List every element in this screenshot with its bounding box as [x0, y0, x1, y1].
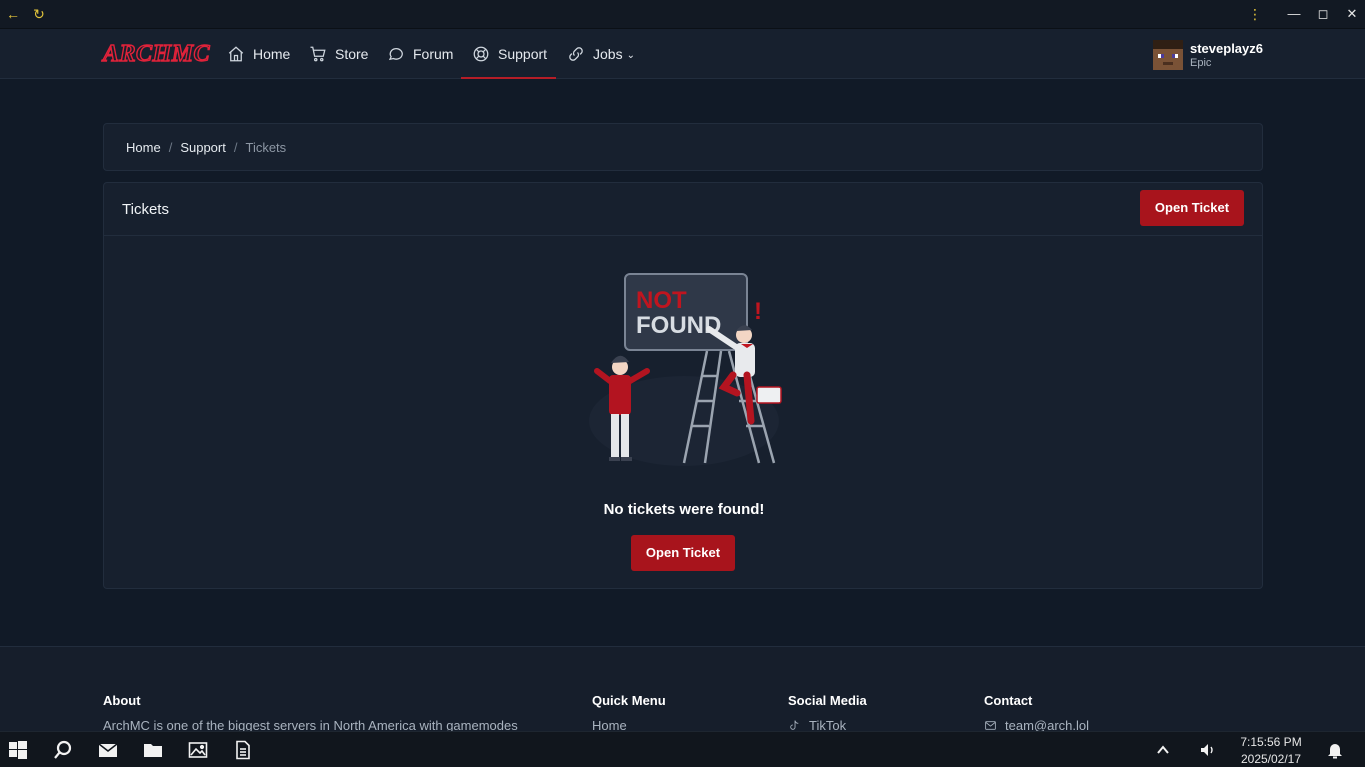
user-rank: Epic — [1190, 56, 1212, 69]
footer-contact-heading: Contact — [984, 693, 1033, 708]
found-text: FOUND — [636, 312, 721, 339]
maximize-icon[interactable]: ◻ — [1315, 6, 1331, 22]
mail-app-icon[interactable] — [98, 740, 118, 760]
nav-active-indicator — [461, 77, 556, 79]
clock-date: 2025/02/17 — [1240, 752, 1302, 766]
os-taskbar: 7:15:56 PM 2025/02/17 — [0, 731, 1365, 767]
notification-bell-icon[interactable] — [1325, 740, 1345, 760]
link-icon — [569, 47, 583, 61]
nav-store-label: Store — [335, 46, 369, 62]
open-ticket-empty-button[interactable]: Open Ticket — [631, 535, 735, 571]
nav-support[interactable]: Support — [472, 44, 547, 64]
nav-support-label: Support — [498, 46, 548, 62]
chevron-up-icon[interactable] — [1153, 740, 1173, 760]
tickets-card: Tickets Open Ticket NOT FOUND ! No ticke… — [103, 182, 1263, 589]
clock-time: 7:15:56 PM — [1240, 735, 1302, 749]
nav-jobs-label: Jobs — [593, 46, 623, 62]
footer-about: About ArchMC is one of the biggest serve… — [103, 693, 518, 733]
system-clock[interactable]: 7:15:56 PM 2025/02/17 — [1232, 734, 1310, 767]
site-navbar: ARCHMC Home Store Forum Support Jobs ⌄ s… — [0, 29, 1365, 79]
volume-icon[interactable] — [1198, 740, 1218, 760]
cart-icon — [310, 46, 326, 62]
nav-home-label: Home — [253, 46, 291, 62]
breadcrumb-current: Tickets — [245, 139, 287, 155]
footer-quick-menu: Quick Menu Home — [592, 693, 666, 733]
chevron-down-icon: ⌄ — [626, 49, 635, 61]
nav-forum[interactable]: Forum — [387, 44, 453, 64]
exclamation-mark: ! — [754, 298, 762, 325]
minimize-icon[interactable]: — — [1286, 6, 1302, 22]
avatar — [1153, 40, 1183, 70]
empty-state-message: No tickets were found! — [603, 501, 765, 518]
search-icon[interactable] — [53, 740, 73, 760]
not-text: NOT — [636, 287, 687, 314]
not-found-illustration: NOT FOUND ! — [589, 273, 782, 466]
chat-icon — [388, 48, 403, 61]
footer-contact: Contact team@arch.lol — [984, 693, 1089, 733]
nav-jobs[interactable]: Jobs ⌄ — [567, 44, 635, 64]
lifebuoy-icon — [473, 46, 489, 62]
reload-icon[interactable]: ↻ — [31, 6, 47, 22]
footer-quick-menu-heading: Quick Menu — [592, 693, 666, 708]
more-menu-icon[interactable]: ⋮ — [1247, 6, 1263, 22]
footer-social-heading: Social Media — [788, 693, 867, 708]
document-icon[interactable] — [233, 740, 253, 760]
folder-icon[interactable] — [143, 740, 163, 760]
breadcrumb-support[interactable]: Support — [180, 140, 226, 155]
close-icon[interactable]: ✕ — [1344, 6, 1360, 22]
home-icon — [228, 46, 244, 62]
back-arrow-icon[interactable]: ← — [5, 6, 21, 22]
username: steveplayz6 — [1190, 40, 1263, 56]
nav-home[interactable]: Home — [227, 44, 290, 64]
archmc-logo[interactable]: ARCHMC — [102, 40, 210, 68]
breadcrumb-home[interactable]: Home — [126, 140, 161, 155]
browser-toolbar: ← ↻ ⋮ — ◻ ✕ — [0, 0, 1365, 29]
nav-store[interactable]: Store — [309, 44, 368, 64]
open-ticket-button[interactable]: Open Ticket — [1140, 190, 1244, 226]
tickets-card-header: Tickets Open Ticket — [104, 183, 1262, 236]
nav-forum-label: Forum — [413, 46, 454, 62]
photos-icon[interactable] — [188, 740, 208, 760]
breadcrumb-separator: / — [168, 139, 173, 155]
windows-start-icon[interactable] — [8, 740, 28, 760]
user-menu[interactable]: steveplayz6 Epic — [1153, 40, 1263, 70]
footer-about-heading: About — [103, 693, 141, 708]
breadcrumb: Home / Support / Tickets — [103, 123, 1263, 171]
site-footer: About ArchMC is one of the biggest serve… — [0, 646, 1365, 733]
page-title: Tickets — [122, 201, 169, 218]
footer-social-media: Social Media TikTok — [788, 693, 867, 733]
breadcrumb-separator: / — [233, 139, 238, 155]
